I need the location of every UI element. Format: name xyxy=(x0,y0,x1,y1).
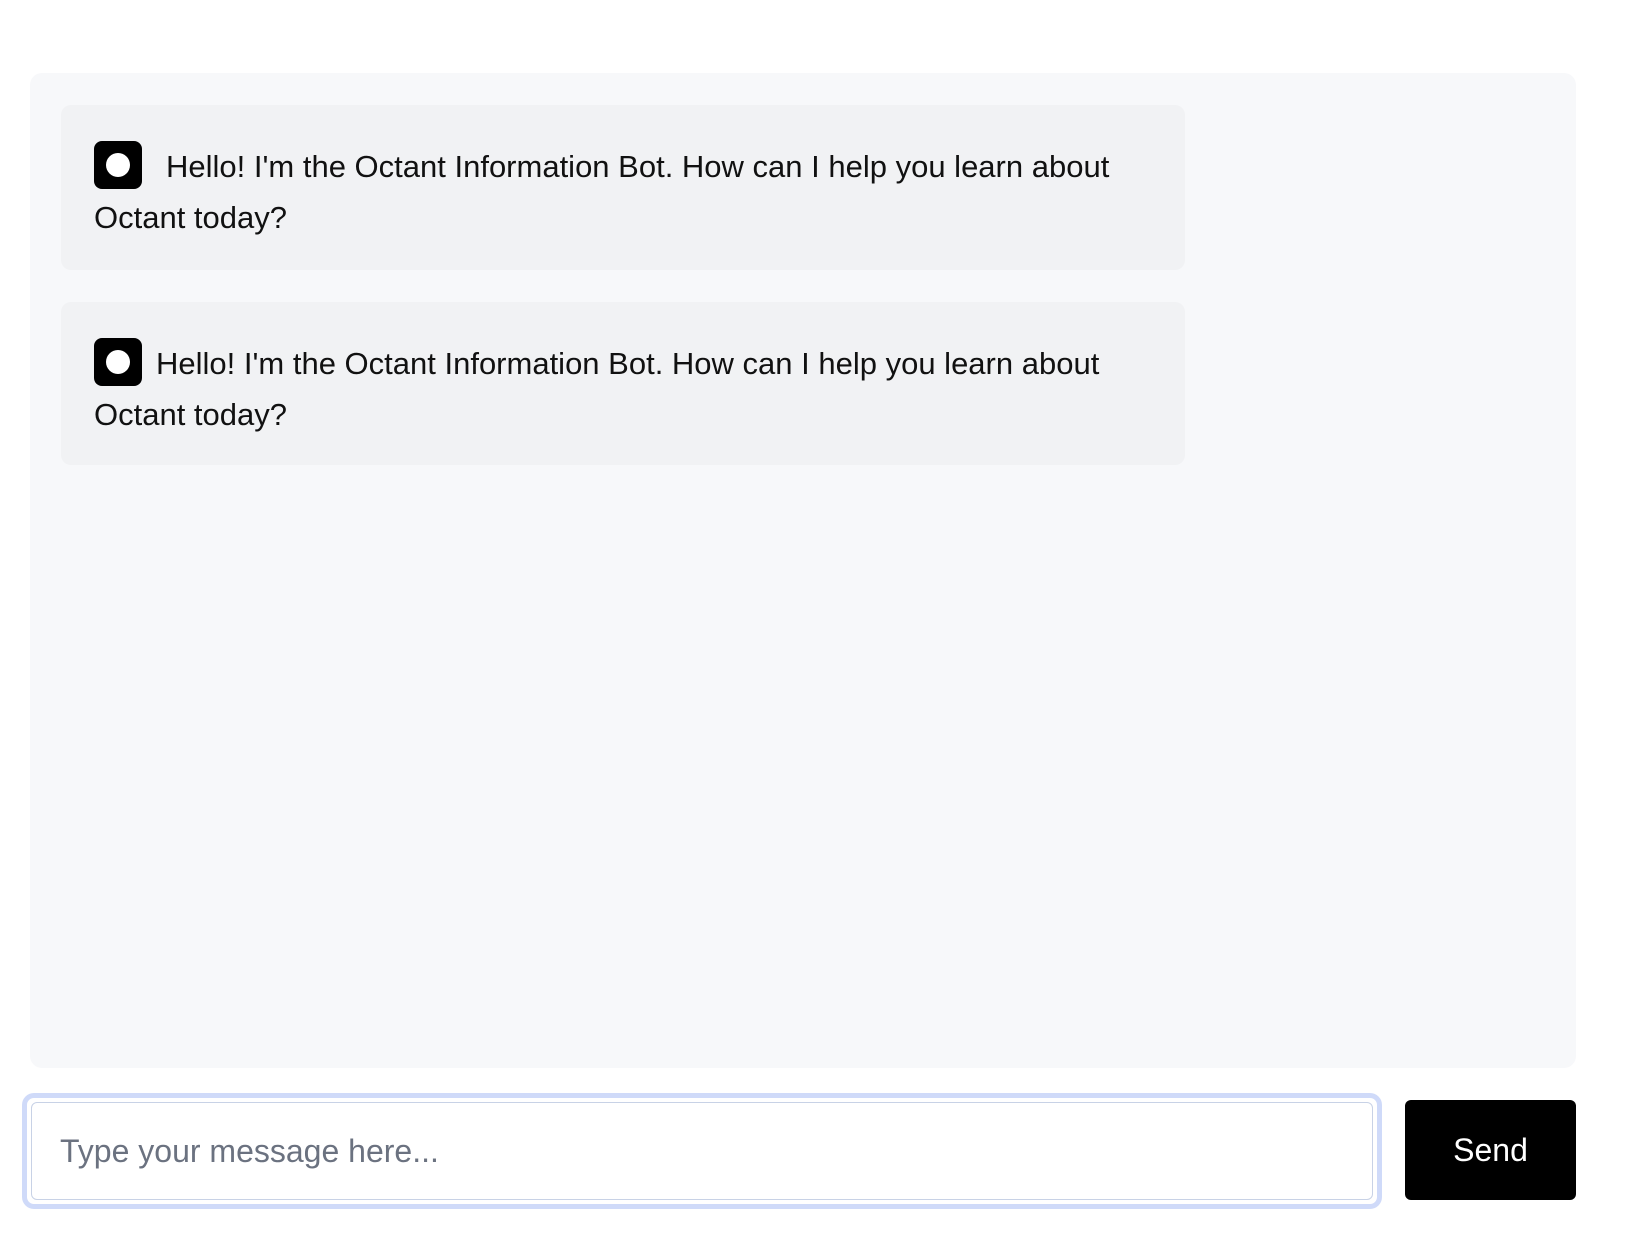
chat-page: Hello! I'm the Octant Information Bot. H… xyxy=(0,0,1638,1254)
message-input-wrapper xyxy=(22,1093,1382,1209)
bot-message-text: Hello! I'm the Octant Information Bot. H… xyxy=(94,346,1100,432)
bot-icon xyxy=(94,338,142,386)
bot-message: Hello! I'm the Octant Information Bot. H… xyxy=(61,302,1185,465)
bot-message-text: Hello! I'm the Octant Information Bot. H… xyxy=(94,149,1110,235)
chat-history-panel[interactable]: Hello! I'm the Octant Information Bot. H… xyxy=(30,73,1576,1068)
bot-message: Hello! I'm the Octant Information Bot. H… xyxy=(61,105,1185,270)
bot-icon xyxy=(94,141,142,189)
message-input[interactable] xyxy=(31,1102,1373,1200)
send-button[interactable]: Send xyxy=(1405,1100,1576,1200)
